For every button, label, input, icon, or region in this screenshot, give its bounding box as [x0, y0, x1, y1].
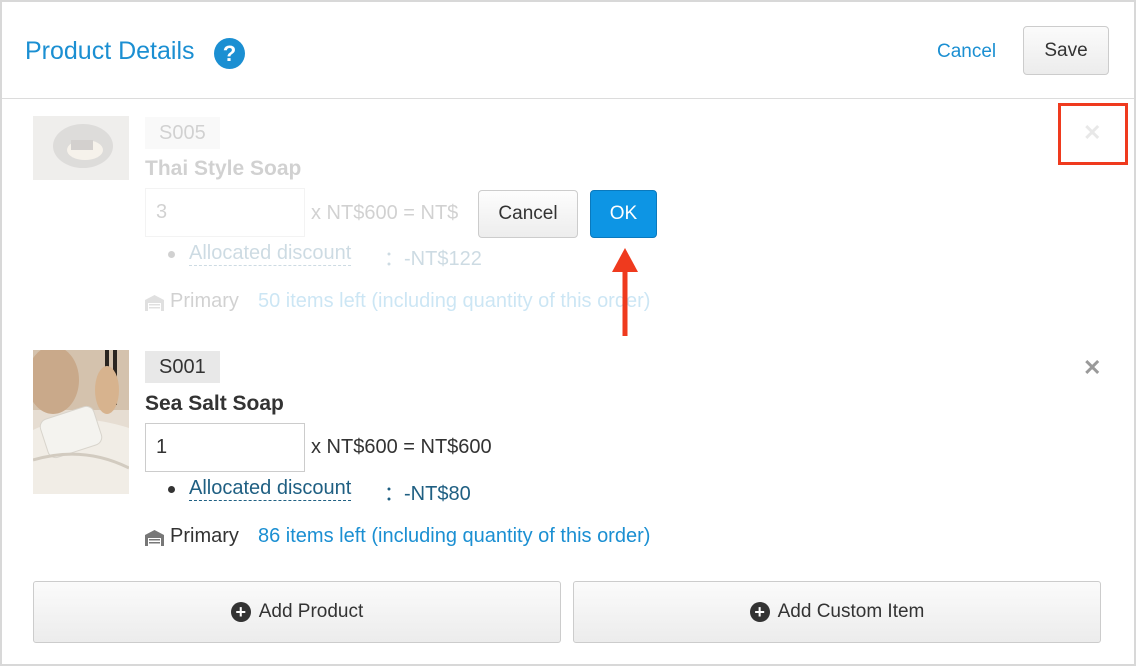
allocated-discount-link[interactable]: Allocated discount	[189, 476, 352, 501]
list-bullet	[168, 486, 175, 493]
add-product-label: Add Product	[258, 601, 364, 622]
add-custom-item-label: Add Custom Item	[777, 601, 925, 622]
add-custom-item-button[interactable]: + Add Custom Item	[573, 581, 1101, 643]
discount-value: ：-NT$80	[384, 483, 471, 505]
product-details-panel: Product Details ? Cancel Save S005 Thai …	[0, 0, 1136, 666]
plus-circle-icon: +	[749, 602, 770, 622]
add-product-button[interactable]: + Add Product	[33, 581, 561, 643]
stock-info-link[interactable]: 86 items left (including quantity of thi…	[258, 525, 650, 548]
product-sku: S001	[145, 351, 220, 383]
warehouse-icon	[145, 530, 164, 546]
warehouse-name: Primary	[170, 525, 239, 547]
plus-circle-icon: +	[230, 602, 251, 622]
close-icon[interactable]: ✕	[1083, 355, 1101, 381]
product-item-s001: S001 Sea Salt Soap 1 x NT$600 = NT$600 A…	[2, 2, 1134, 562]
quantity-input[interactable]: 1	[145, 423, 305, 472]
product-thumbnail	[33, 350, 129, 494]
product-name: Sea Salt Soap	[145, 392, 284, 415]
price-calculation: x NT$600 = NT$600	[311, 436, 492, 458]
